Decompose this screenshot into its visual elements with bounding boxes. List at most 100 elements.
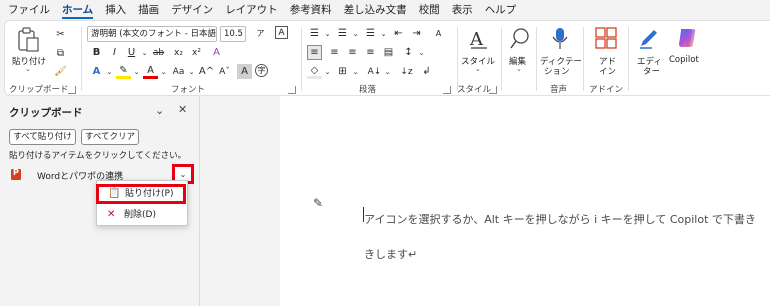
bullets-chevron-icon[interactable]: ⌄ xyxy=(320,26,335,41)
close-icon[interactable]: ✕ xyxy=(178,103,187,116)
font-launcher-icon[interactable] xyxy=(288,86,296,94)
addins-button[interactable]: アド イン xyxy=(587,25,625,79)
styles-group-label: スタイル xyxy=(457,85,492,95)
addins-grid-icon xyxy=(595,27,617,49)
increase-indent-icon[interactable]: ⇥ xyxy=(409,26,424,41)
borders-chevron-icon[interactable]: ⌄ xyxy=(348,64,363,79)
font-group: 游明朝 (本文のフォント - 日本語) ⌄ 10.5 ⌄ ア A B I U ⌄… xyxy=(83,21,299,97)
paste-icon: 📋 xyxy=(108,188,121,199)
menu-bar: ファイル ホーム 挿入 描画 デザイン レイアウト 参考資料 差し込み文書 校閲 表示 ヘルプ xyxy=(0,0,770,20)
justify-icon[interactable]: ≡ xyxy=(363,45,378,60)
paste-chevron-icon: ⌄ xyxy=(25,65,31,73)
editor-button[interactable]: エディ ター xyxy=(631,25,667,81)
shrink-font-icon[interactable]: Aˇ xyxy=(217,64,232,79)
paste-menu-label: 貼り付け(P) xyxy=(125,189,174,199)
show-marks-icon[interactable]: ↲ xyxy=(419,64,434,79)
clipboard-hint: 貼り付けるアイテムをクリックしてください。 xyxy=(9,151,187,161)
voice-group: ディクテー ション 音声 xyxy=(538,21,582,97)
phonetic-guide-icon[interactable]: ア xyxy=(253,26,268,41)
separator xyxy=(301,27,302,91)
delete-menu-item[interactable]: ✕ 削除(D) xyxy=(98,206,186,224)
text-effects-chevron-icon[interactable]: ⌄ xyxy=(102,64,117,79)
clear-all-button[interactable]: すべてクリア xyxy=(81,129,139,145)
document-page[interactable]: ✎ アイコンを選択するか、Alt キーを押しながら i キーを押して Copil… xyxy=(280,96,770,306)
document-line-2: きします↵ xyxy=(364,248,418,261)
tab-7[interactable]: 差し込み文書 xyxy=(340,0,415,20)
font-name-combo[interactable]: 游明朝 (本文のフォント - 日本語) ⌄ xyxy=(87,26,217,42)
copilot-draft-icon[interactable]: ✎ xyxy=(313,196,323,210)
pane-options-chevron-icon[interactable]: ⌄ xyxy=(155,104,164,117)
addins-group-label: アドイン xyxy=(589,85,624,95)
line-spacing-chevron-icon[interactable]: ⌄ xyxy=(414,45,429,60)
tab-6[interactable]: 参考資料 xyxy=(286,0,340,20)
copilot-button[interactable]: Copilot xyxy=(667,25,707,81)
numbering-chevron-icon[interactable]: ⌄ xyxy=(348,26,363,41)
paste-menu-item[interactable]: 📋 貼り付け(P) xyxy=(96,184,186,204)
tab-4[interactable]: デザイン xyxy=(167,0,221,20)
subscript-icon[interactable]: x₂ xyxy=(171,45,186,60)
paragraph-group: ☰ ⌄ ☰ ⌄ ☰ ⌄ ⇤ ⇥ A ≡ ≡ ≡ ≡ ▤ ↕ ⌄ ◇ ⌄ ⊞ ⌄ … xyxy=(303,21,457,97)
tab-9[interactable]: 表示 xyxy=(448,0,481,20)
paste-icon xyxy=(18,27,39,52)
align-left-icon[interactable]: ≡ xyxy=(307,45,322,60)
editing-button[interactable]: 編集 ⌄ xyxy=(504,25,534,77)
microphone-icon xyxy=(552,28,568,49)
tab-5[interactable]: レイアウト xyxy=(221,0,286,20)
distributed-icon[interactable]: ▤ xyxy=(381,45,396,60)
font-color-chevron-icon[interactable]: ⌄ xyxy=(156,64,171,79)
font-size-combo[interactable]: 10.5 ⌄ xyxy=(220,26,246,42)
paste-all-button[interactable]: すべて貼り付け xyxy=(9,129,76,145)
editing-group: 編集 ⌄ xyxy=(503,21,535,97)
document-gutter xyxy=(201,96,280,306)
align-center-icon[interactable]: ≡ xyxy=(327,45,342,60)
clear-formatting-icon[interactable]: A xyxy=(209,45,224,60)
strikethrough-icon[interactable]: ab xyxy=(151,45,166,60)
separator xyxy=(501,27,502,91)
paste-button[interactable]: 貼り付け ⌄ xyxy=(11,25,46,75)
superscript-icon[interactable]: x² xyxy=(189,45,204,60)
italic-icon[interactable]: I xyxy=(107,45,122,60)
character-shading-icon[interactable]: A xyxy=(237,64,252,79)
grow-font-icon[interactable]: A^ xyxy=(199,64,214,79)
enclose-characters-icon[interactable]: 字 xyxy=(255,64,268,77)
dictate-label-2: ション xyxy=(544,67,570,77)
editing-chevron-icon: ⌄ xyxy=(516,65,522,73)
clipboard-launcher-icon[interactable] xyxy=(68,86,76,94)
styles-launcher-icon[interactable] xyxy=(489,86,497,94)
addins-label-2: イン xyxy=(599,67,617,77)
tab-10[interactable]: ヘルプ xyxy=(481,0,525,20)
font-size-chevron-icon: ⌄ xyxy=(237,30,243,38)
multilevel-chevron-icon[interactable]: ⌄ xyxy=(376,26,391,41)
separator xyxy=(583,27,584,91)
align-right-icon[interactable]: ≡ xyxy=(345,45,360,60)
separator xyxy=(628,27,629,91)
change-case-chevron-icon[interactable]: ⌄ xyxy=(184,64,199,79)
sort-chevron-icon[interactable]: ⌄ xyxy=(380,64,395,79)
format-painter-icon[interactable]: 🖌 xyxy=(53,64,68,79)
decrease-indent-icon[interactable]: ⇤ xyxy=(391,26,406,41)
copilot-icon xyxy=(679,29,696,47)
styles-button[interactable]: A スタイル ⌄ xyxy=(459,25,497,77)
tab-0[interactable]: ファイル xyxy=(4,0,58,20)
tab-3[interactable]: 描画 xyxy=(134,0,167,20)
svg-text:A: A xyxy=(469,29,484,50)
cut-icon[interactable]: ✂ xyxy=(53,27,68,42)
styles-chevron-icon: ⌄ xyxy=(475,65,481,73)
addins-group: アド イン アドイン xyxy=(585,21,627,97)
character-border-icon[interactable]: A xyxy=(275,26,288,39)
highlight-chevron-icon[interactable]: ⌄ xyxy=(129,64,144,79)
tab-8[interactable]: 校閲 xyxy=(415,0,448,20)
delete-x-icon: ✕ xyxy=(107,209,116,220)
paragraph-launcher-icon[interactable] xyxy=(443,86,451,94)
copy-icon[interactable]: ⧉ xyxy=(53,46,68,61)
east-asian-layout-icon[interactable]: A xyxy=(431,26,446,41)
search-icon xyxy=(510,28,529,49)
tab-1[interactable]: ホーム xyxy=(58,0,101,20)
sort-az-icon[interactable]: ↓z xyxy=(399,64,414,79)
tab-2[interactable]: 挿入 xyxy=(101,0,134,20)
shading-chevron-icon[interactable]: ⌄ xyxy=(320,64,335,79)
bold-icon[interactable]: B xyxy=(89,45,104,60)
dictate-button[interactable]: ディクテー ション xyxy=(540,25,582,81)
underline-chevron-icon[interactable]: ⌄ xyxy=(137,45,152,60)
separator xyxy=(81,27,82,91)
